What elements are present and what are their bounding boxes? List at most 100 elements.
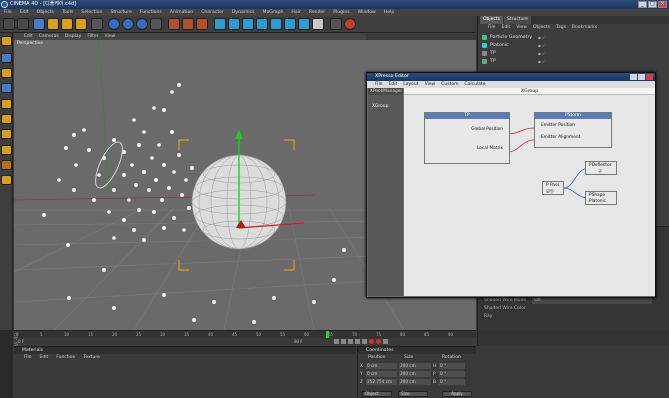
current-frame-field[interactable]: 90 F — [294, 339, 303, 344]
make-editable-icon[interactable] — [1, 36, 12, 46]
scale-icon[interactable] — [61, 18, 73, 30]
menu-dynamics[interactable]: Dynamics — [232, 9, 255, 16]
workplane-icon[interactable] — [330, 18, 342, 30]
size-y-field[interactable]: 200 cm — [399, 371, 431, 377]
autokey-icon[interactable] — [376, 339, 381, 344]
emitter-outline[interactable] — [90, 139, 127, 192]
previous-frame-icon[interactable] — [341, 339, 346, 344]
attr-row[interactable]: Shaded Wire Color — [484, 305, 526, 312]
render-settings-icon[interactable] — [196, 18, 208, 30]
size-x-field[interactable]: 200 cm — [399, 363, 431, 369]
menu-objects[interactable]: Objects — [37, 9, 54, 16]
position-z-field[interactable]: 252.754 cm — [366, 379, 397, 385]
xpr-menu-view[interactable]: View — [425, 81, 436, 88]
cube-icon[interactable] — [214, 18, 226, 30]
next-frame-icon[interactable] — [355, 339, 360, 344]
coordinate-system-icon[interactable] — [150, 18, 162, 30]
om-menu-tags[interactable]: Tags — [556, 24, 566, 31]
rotation-p-field[interactable]: 0 ° — [439, 371, 465, 377]
menu-edit[interactable]: Edit — [20, 9, 29, 16]
array-icon[interactable] — [256, 18, 268, 30]
visibility-dots-icon[interactable]: ▪ ✓ — [538, 43, 545, 48]
redo-icon[interactable] — [17, 18, 29, 30]
mat-menu-function[interactable]: Function — [56, 354, 75, 361]
node-pdeflector[interactable]: PDeflector 구 — [585, 161, 617, 175]
keyframe-icon[interactable] — [383, 339, 388, 344]
visibility-dots-icon[interactable]: ▪ ✓ — [538, 51, 545, 56]
maximize-button[interactable]: □ — [648, 1, 657, 8]
camera-icon[interactable] — [298, 18, 310, 30]
xpool-header[interactable]: XPool/Manager — [368, 88, 403, 95]
model-mode-icon[interactable] — [1, 53, 12, 63]
render-picture-viewer-icon[interactable] — [182, 18, 194, 30]
texture-mode-icon[interactable] — [1, 83, 12, 93]
menu-structure[interactable]: Structure — [110, 9, 131, 16]
menu-functions[interactable]: Functions — [140, 9, 162, 16]
go-to-end-icon[interactable] — [362, 339, 367, 344]
xpresso-minimize-button[interactable] — [630, 74, 637, 80]
move-icon[interactable] — [47, 18, 59, 30]
y-axis-icon[interactable] — [122, 18, 134, 30]
rotation-b-field[interactable]: 0 ° — [439, 379, 465, 385]
object-row[interactable]: Platonic — [482, 42, 509, 49]
y-axis-arrow-icon[interactable] — [235, 130, 243, 139]
viewport-menu-edit[interactable]: Edit — [24, 33, 33, 40]
menu-selection[interactable]: Selection — [81, 9, 102, 16]
menu-render[interactable]: Render — [309, 9, 325, 16]
object-row[interactable]: TP — [482, 58, 496, 65]
polygons-mode-icon[interactable] — [1, 129, 12, 139]
axis-mode-icon[interactable] — [1, 175, 12, 185]
tab-structure[interactable]: Structure — [504, 16, 531, 24]
port-local-matrix[interactable]: Local Matrix — [477, 146, 503, 151]
layout-icon[interactable] — [344, 18, 356, 30]
xpresso-close-button[interactable] — [646, 74, 653, 80]
port-global-position[interactable]: Global Position — [471, 127, 503, 132]
viewport-menu-filter[interactable]: Filter — [87, 33, 98, 40]
position-y-field[interactable]: 0 cm — [366, 371, 397, 377]
mat-menu-texture[interactable]: Texture — [83, 354, 99, 361]
tab-objects[interactable]: Objects — [480, 16, 504, 24]
menu-animation[interactable]: Animation — [170, 9, 193, 16]
object-mode-icon[interactable] — [1, 68, 12, 78]
om-menu-view[interactable]: View — [516, 24, 527, 31]
play-icon[interactable] — [348, 339, 353, 344]
apply-button[interactable]: Apply — [442, 391, 472, 397]
xpr-menu-layout[interactable]: Layout — [403, 81, 418, 88]
mat-menu-edit[interactable]: Edit — [40, 354, 49, 361]
attr-row[interactable]: Shaded Wire Mode Off — [484, 297, 653, 304]
menu-window[interactable]: Window — [358, 9, 376, 16]
menu-hair[interactable]: Hair — [291, 9, 300, 16]
om-menu-objects[interactable]: Objects — [533, 24, 550, 31]
om-menu-edit[interactable]: Edit — [502, 24, 511, 31]
light-icon[interactable] — [312, 18, 324, 30]
object-row[interactable]: Particle Geometry — [482, 34, 532, 41]
x-axis-icon[interactable] — [108, 18, 120, 30]
close-button[interactable]: × — [658, 1, 667, 8]
rotation-h-field[interactable]: 0 ° — [439, 363, 465, 369]
visibility-dots-icon[interactable]: ▪ ✓ — [538, 59, 545, 64]
spline-icon[interactable] — [228, 18, 240, 30]
node-pshape[interactable]: PShape Platonic — [585, 191, 617, 205]
minimize-button[interactable]: _ — [638, 1, 647, 8]
position-x-field[interactable]: 0 cm — [366, 363, 397, 369]
menu-tools[interactable]: Tools — [62, 9, 73, 16]
menu-help[interactable]: Help — [384, 9, 394, 16]
port-emitter-position[interactable]: Emitter Position — [541, 123, 575, 128]
tool-icon[interactable] — [91, 18, 103, 30]
xpresso-node-canvas[interactable]: XGroup TP Global Position Local Matrix P… — [404, 88, 655, 296]
node-pstorm[interactable]: PStorm Emitter Position Emitter Alignmen… — [534, 112, 612, 148]
menu-character[interactable]: Character — [201, 9, 224, 16]
edges-mode-icon[interactable] — [1, 114, 12, 124]
om-menu-bookmarks[interactable]: Bookmarks — [572, 24, 597, 31]
menu-mograph[interactable]: MoGraph — [263, 9, 284, 16]
z-axis-icon[interactable] — [136, 18, 148, 30]
go-to-start-icon[interactable] — [334, 339, 339, 344]
object-row[interactable]: TP — [482, 50, 496, 57]
size-z-field[interactable]: 200 cm — [399, 379, 431, 385]
xpr-menu-edit[interactable]: Edit — [389, 81, 398, 88]
port-emitter-alignment[interactable]: Emitter Alignment — [541, 135, 580, 140]
xpr-menu-calculate[interactable]: Calculate — [465, 81, 486, 88]
menu-plugins[interactable]: Plugins — [333, 9, 349, 16]
size-mode-select[interactable]: Size — [398, 391, 428, 397]
rotate-icon[interactable] — [75, 18, 87, 30]
